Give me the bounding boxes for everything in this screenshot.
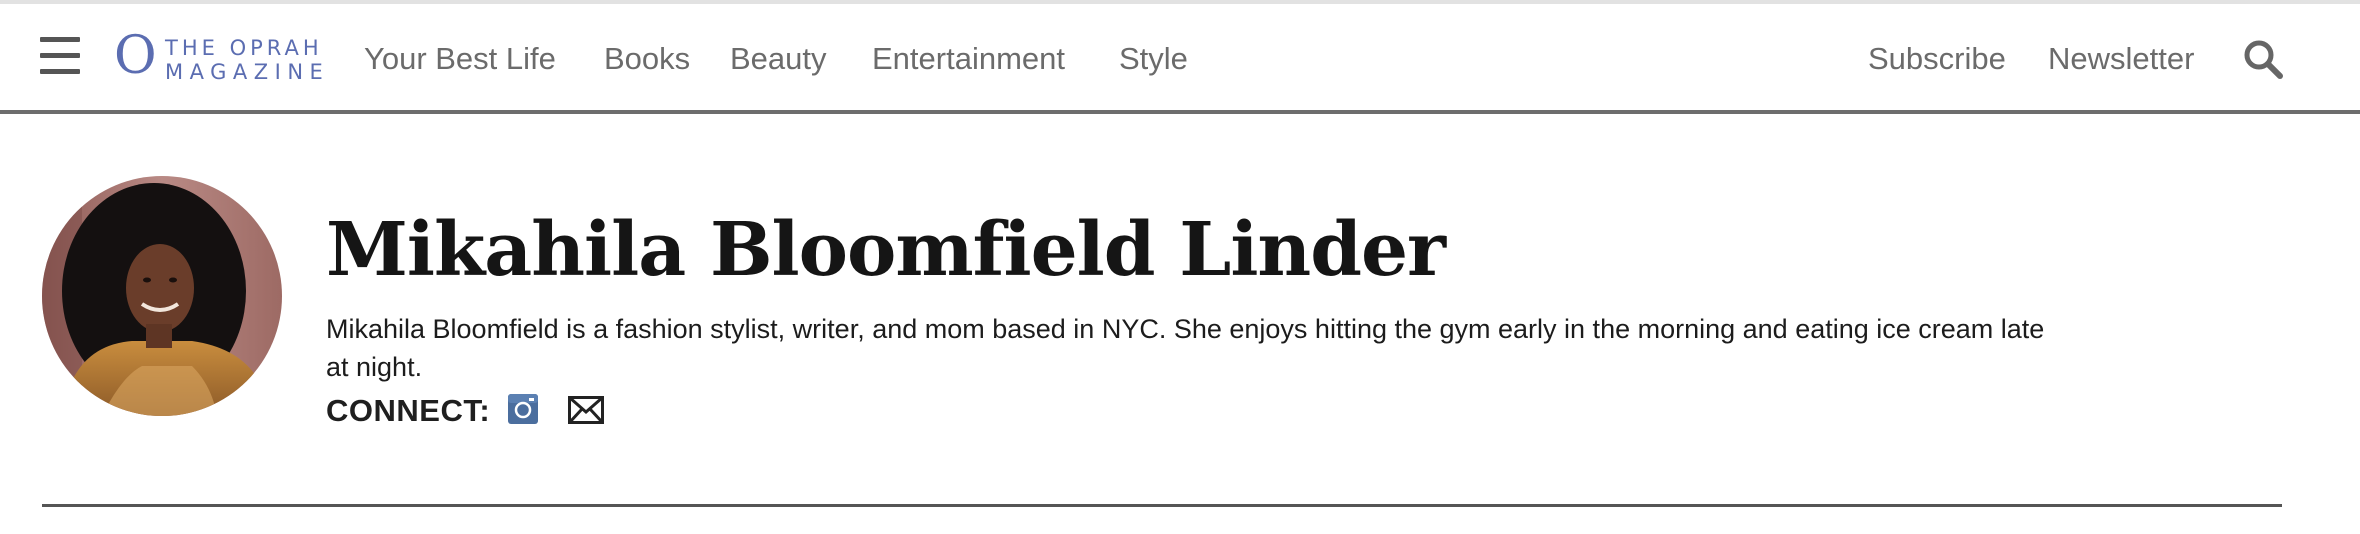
hamburger-menu-icon[interactable] <box>40 37 80 79</box>
nav-link-your-best-life[interactable]: Your Best Life <box>364 40 556 78</box>
newsletter-link[interactable]: Newsletter <box>2048 40 2194 78</box>
site-header: O THE OPRAH MAGAZINE Your Best Life Book… <box>0 4 2360 114</box>
site-logo[interactable]: O THE OPRAH MAGAZINE <box>114 28 330 86</box>
nav-link-beauty[interactable]: Beauty <box>730 40 827 78</box>
logo-line-1: THE OPRAH <box>165 36 323 60</box>
subscribe-link[interactable]: Subscribe <box>1868 40 2006 78</box>
instagram-icon[interactable] <box>508 394 538 424</box>
nav-link-style[interactable]: Style <box>1119 40 1188 78</box>
logo-mark: O <box>114 26 157 86</box>
author-avatar <box>42 176 282 416</box>
email-icon[interactable] <box>568 396 604 424</box>
connect-label: CONNECT: <box>326 393 491 428</box>
author-bio: Mikahila Bloomfield is a fashion stylist… <box>326 314 2045 382</box>
nav-link-entertainment[interactable]: Entertainment <box>872 40 1065 78</box>
logo-line-2: MAGAZINE <box>165 60 330 84</box>
section-divider <box>42 504 2282 507</box>
author-name: Mikahila Bloomfield Linder <box>326 206 1446 293</box>
search-icon[interactable] <box>2242 38 2286 82</box>
nav-link-books[interactable]: Books <box>604 40 690 78</box>
